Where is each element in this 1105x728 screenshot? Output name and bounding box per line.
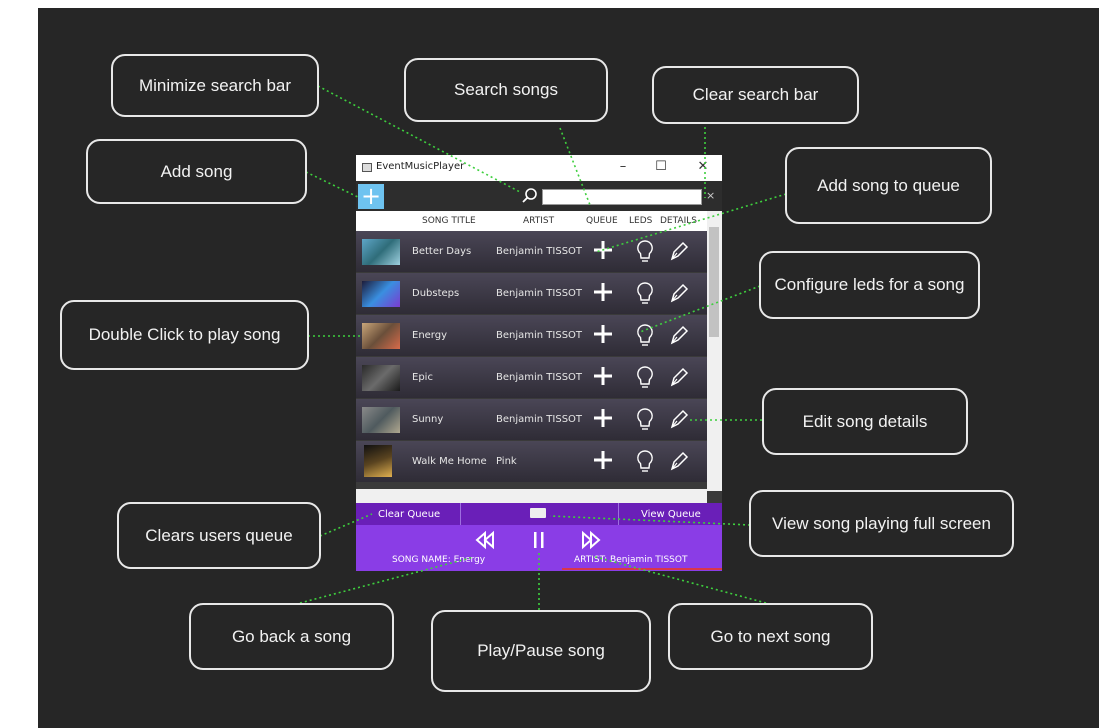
add-to-queue-plus-icon[interactable] <box>592 238 614 262</box>
song-title: Walk Me Home <box>412 456 487 467</box>
leds-lightbulb-icon[interactable] <box>636 281 654 307</box>
callout-go-back-song: Go back a song <box>189 603 394 670</box>
column-header-details[interactable]: DETAILS <box>660 216 697 226</box>
callout-configure-leds: Configure leds for a song <box>759 251 980 319</box>
add-to-queue-plus-icon[interactable] <box>592 364 614 388</box>
edit-details-pen-icon[interactable] <box>668 365 690 389</box>
song-row[interactable]: Energy Benjamin TISSOT <box>356 315 707 356</box>
song-title: Better Days <box>412 246 472 257</box>
song-title: Sunny <box>412 414 444 425</box>
song-table-header: SONG TITLE ARTIST QUEUE LEDS DETAILS <box>356 211 722 231</box>
add-to-queue-plus-icon[interactable] <box>592 448 614 472</box>
song-artist: Benjamin TISSOT <box>496 246 583 257</box>
song-title: Epic <box>412 372 433 383</box>
column-header-artist[interactable]: ARTIST <box>523 216 554 226</box>
song-row[interactable]: Better Days Benjamin TISSOT <box>356 231 707 272</box>
album-art-thumbnail <box>362 407 400 433</box>
column-header-song-title[interactable]: SONG TITLE <box>422 216 476 226</box>
song-list: Better Days Benjamin TISSOT Dubsteps Ben… <box>356 231 707 489</box>
album-art-thumbnail <box>362 239 400 265</box>
callout-edit-song-details: Edit song details <box>762 388 968 455</box>
leds-lightbulb-icon[interactable] <box>636 449 654 475</box>
song-row[interactable]: Sunny Benjamin TISSOT <box>356 399 707 440</box>
now-playing-artist: ARTIST: Benjamin TISSOT <box>574 555 688 565</box>
vertical-scrollbar-thumb[interactable] <box>709 227 719 337</box>
album-art-thumbnail <box>364 445 392 477</box>
window-title: EventMusicPlayer <box>376 161 465 172</box>
song-artist: Benjamin TISSOT <box>496 414 583 425</box>
app-window: EventMusicPlayer – ☐ ✕ + × SONG TITLE AR… <box>356 155 722 571</box>
edit-details-pen-icon[interactable] <box>668 407 690 431</box>
play-pause-icon[interactable] <box>531 530 547 550</box>
view-queue-button[interactable]: View Queue <box>641 509 701 520</box>
edit-details-pen-icon[interactable] <box>668 449 690 473</box>
song-title: Energy <box>412 330 448 341</box>
add-song-button[interactable]: + <box>358 184 384 209</box>
callout-add-song: Add song <box>86 139 307 204</box>
song-artist: Benjamin TISSOT <box>496 372 583 383</box>
song-row[interactable]: Dubsteps Benjamin TISSOT <box>356 273 707 314</box>
now-playing-song-name: SONG NAME: Energy <box>392 555 486 565</box>
song-artist: Pink <box>496 456 517 467</box>
edit-details-pen-icon[interactable] <box>668 239 690 263</box>
song-artist: Benjamin TISSOT <box>496 330 583 341</box>
song-title: Dubsteps <box>412 288 460 299</box>
fullscreen-icon[interactable] <box>530 508 546 518</box>
leds-lightbulb-icon[interactable] <box>636 239 654 265</box>
next-song-fast-forward-icon[interactable] <box>580 529 602 551</box>
callout-go-next-song: Go to next song <box>668 603 873 670</box>
callout-minimize-search-bar: Minimize search bar <box>111 54 319 117</box>
add-to-queue-plus-icon[interactable] <box>592 280 614 304</box>
app-icon <box>362 163 372 172</box>
edit-details-pen-icon[interactable] <box>668 281 690 305</box>
close-window-button[interactable]: ✕ <box>692 158 714 176</box>
callout-clear-search-bar: Clear search bar <box>652 66 859 124</box>
leds-lightbulb-icon[interactable] <box>636 323 654 349</box>
clear-search-button[interactable]: × <box>706 189 715 202</box>
column-header-queue[interactable]: QUEUE <box>586 216 618 226</box>
callout-double-click-play: Double Click to play song <box>60 300 309 370</box>
callout-clears-users-queue: Clears users queue <box>117 502 321 569</box>
album-art-thumbnail <box>362 365 400 391</box>
song-row[interactable]: Walk Me Home Pink <box>356 441 707 482</box>
leds-lightbulb-icon[interactable] <box>636 407 654 433</box>
leds-lightbulb-icon[interactable] <box>636 365 654 391</box>
callout-play-pause-song: Play/Pause song <box>431 610 651 692</box>
search-input[interactable] <box>542 189 702 205</box>
minimize-window-button[interactable]: – <box>612 158 634 176</box>
title-bar: EventMusicPlayer – ☐ ✕ <box>356 155 722 181</box>
search-icon[interactable] <box>521 187 539 205</box>
add-to-queue-plus-icon[interactable] <box>592 406 614 430</box>
previous-song-rewind-icon[interactable] <box>474 529 496 551</box>
add-to-queue-plus-icon[interactable] <box>592 322 614 346</box>
clear-queue-button[interactable]: Clear Queue <box>378 509 440 520</box>
callout-view-full-screen: View song playing full screen <box>749 490 1014 557</box>
artist-underline <box>562 568 722 570</box>
album-art-thumbnail <box>362 281 400 307</box>
queue-bar-divider <box>618 503 619 525</box>
column-header-leds[interactable]: LEDS <box>629 216 652 226</box>
album-art-thumbnail <box>362 323 400 349</box>
queue-bar: Clear Queue View Queue <box>356 503 722 525</box>
maximize-window-button[interactable]: ☐ <box>650 158 672 176</box>
song-row[interactable]: Epic Benjamin TISSOT <box>356 357 707 398</box>
queue-bar-divider <box>460 503 461 525</box>
song-artist: Benjamin TISSOT <box>496 288 583 299</box>
callout-search-songs: Search songs <box>404 58 608 122</box>
callout-add-song-to-queue: Add song to queue <box>785 147 992 224</box>
player-bar: SONG NAME: Energy ARTIST: Benjamin TISSO… <box>356 525 722 571</box>
edit-details-pen-icon[interactable] <box>668 323 690 347</box>
horizontal-scrollbar[interactable] <box>356 489 707 503</box>
